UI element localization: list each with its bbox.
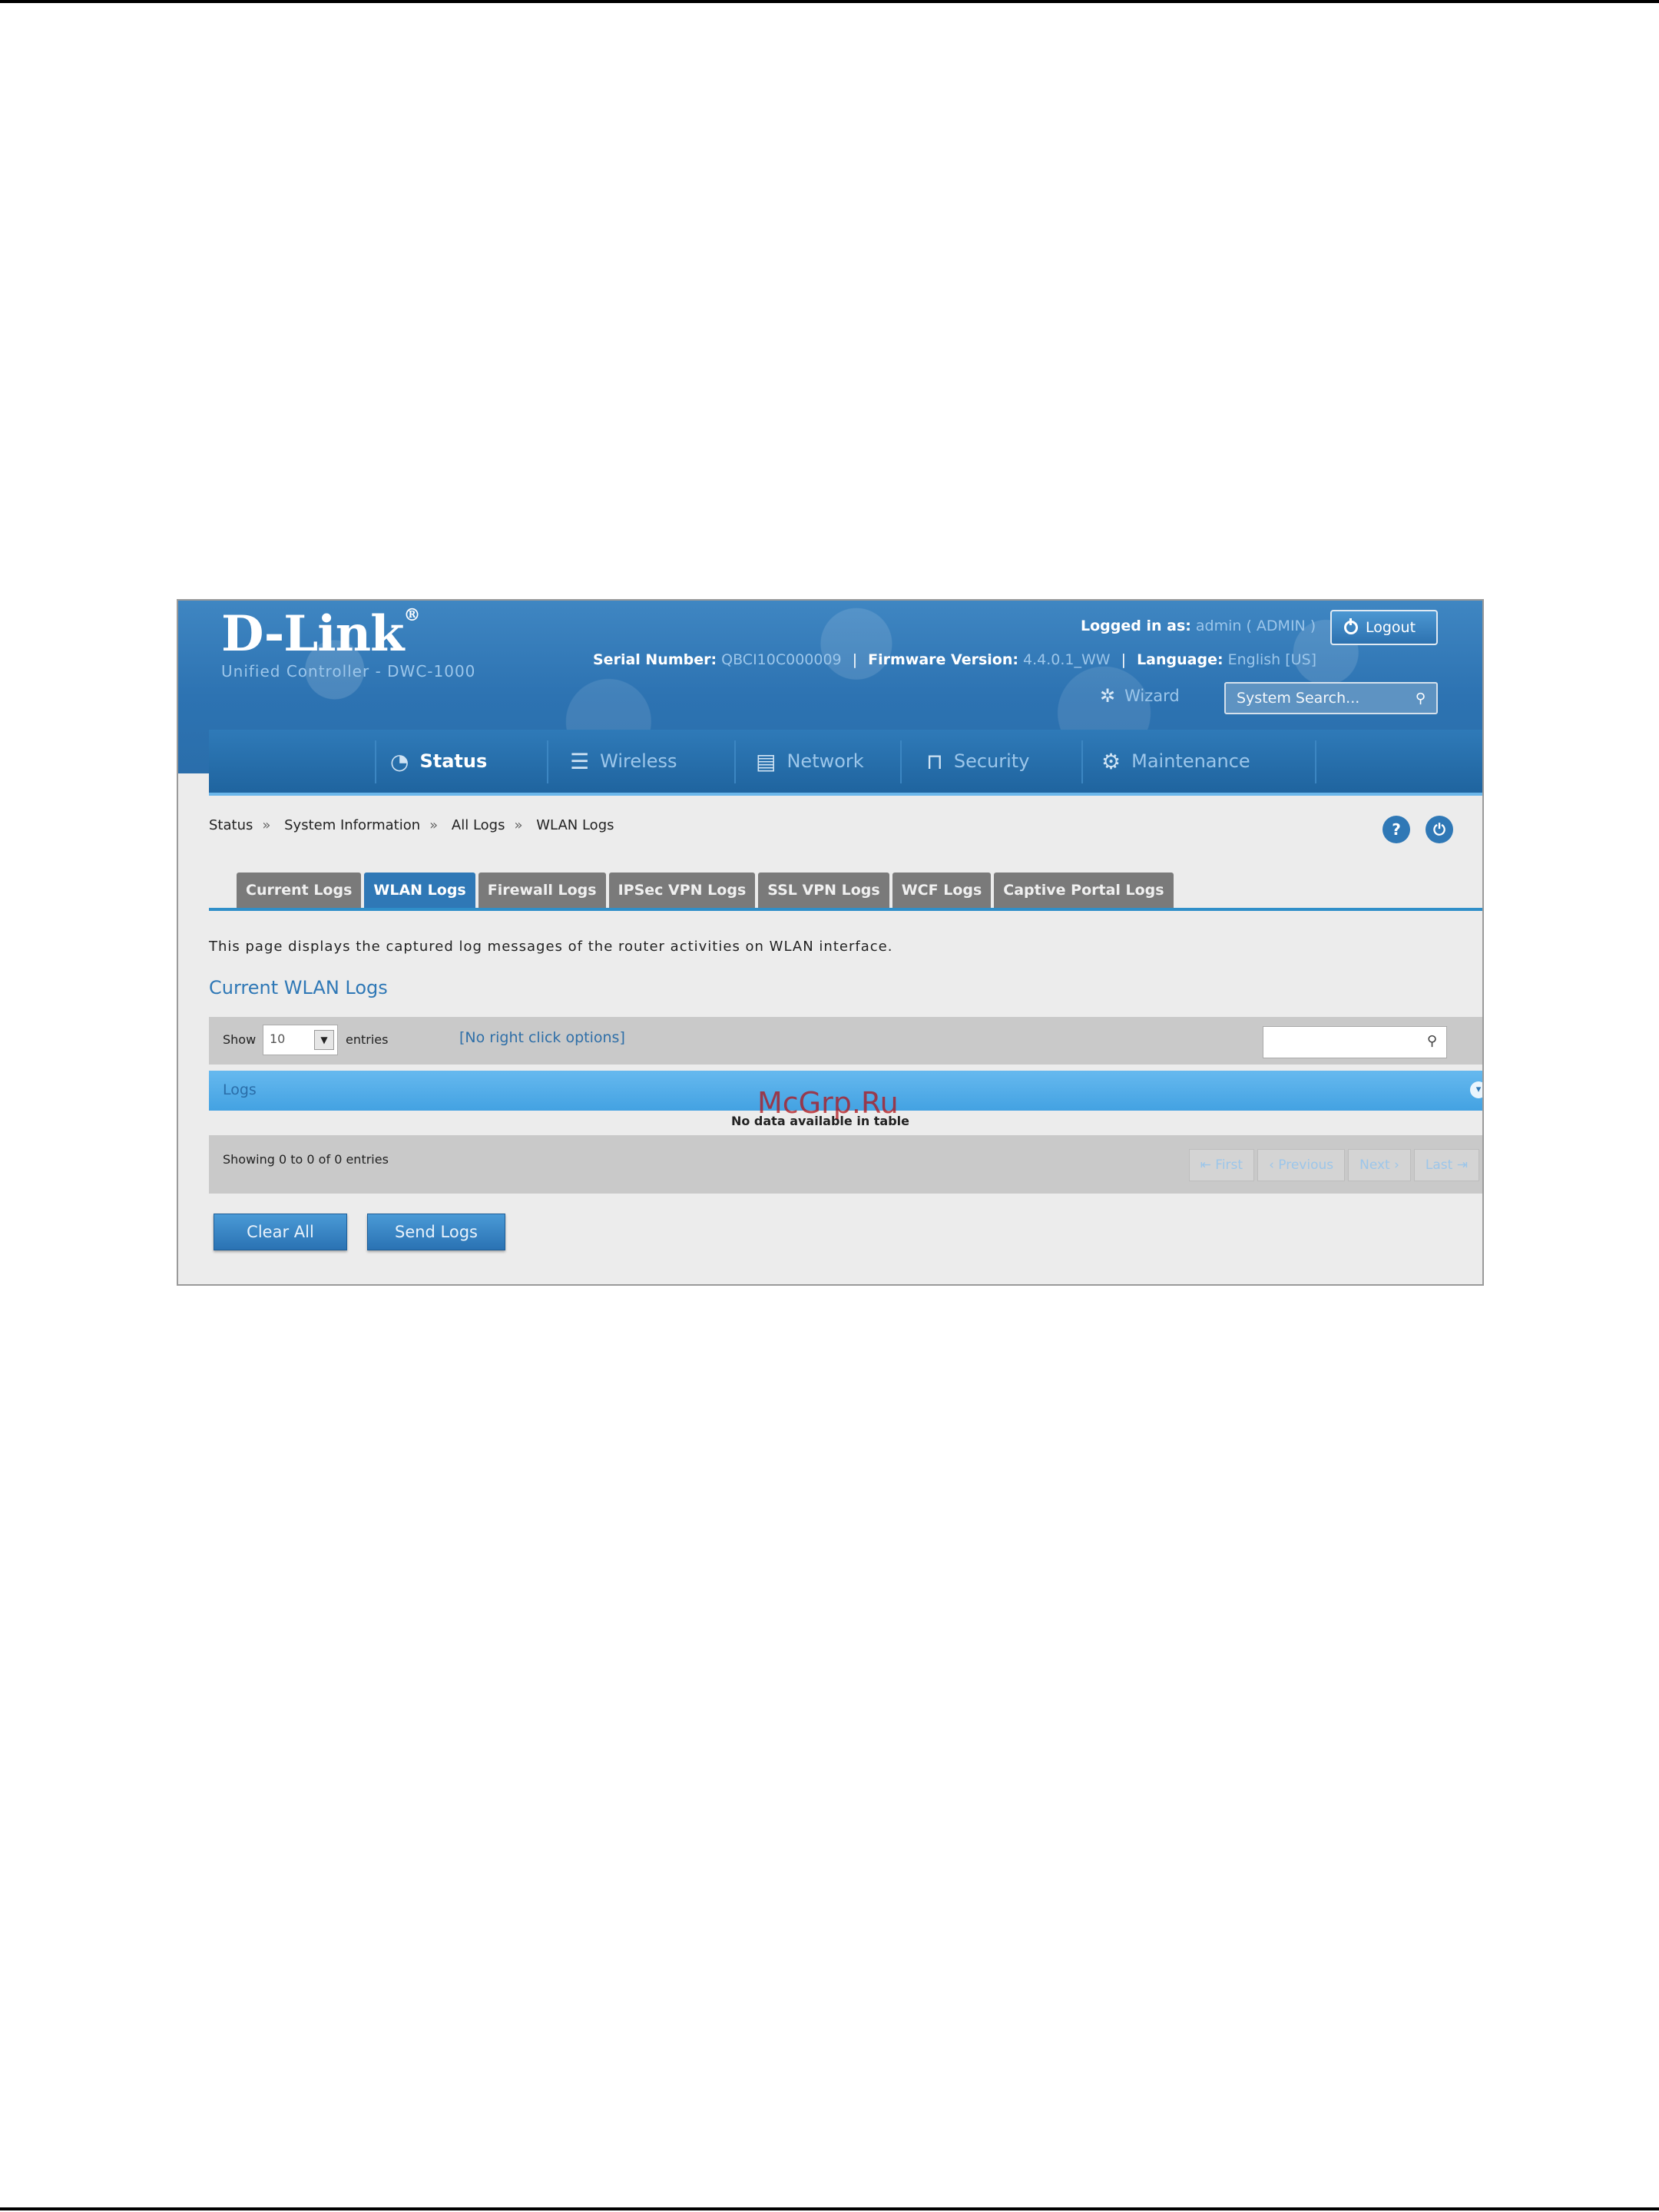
magic-wand-icon: ✲ — [1100, 685, 1116, 707]
logout-button[interactable]: Logout — [1330, 610, 1438, 645]
table-toolbar: Show 10 ▼ entries [No right click option… — [209, 1017, 1482, 1065]
page-description: This page displays the captured log mess… — [209, 939, 893, 955]
column-header-logs[interactable]: Logs — [223, 1081, 257, 1098]
power-icon — [1344, 618, 1358, 634]
tab-firewall-logs[interactable]: Firewall Logs — [478, 873, 606, 908]
chevron-down-icon[interactable]: ▼ — [314, 1030, 334, 1050]
table-search-input[interactable]: ⚲ — [1263, 1026, 1447, 1058]
send-logs-button[interactable]: Send Logs — [367, 1214, 505, 1250]
lock-icon: ⊓ — [926, 748, 943, 774]
tab-captive-portal-logs[interactable]: Captive Portal Logs — [994, 873, 1174, 908]
pager-next-button[interactable]: Next › — [1348, 1149, 1411, 1181]
wizard-link[interactable]: ✲ Wizard — [1100, 685, 1180, 707]
tab-current-logs[interactable]: Current Logs — [237, 873, 362, 908]
search-icon[interactable]: ⚲ — [1416, 690, 1426, 707]
speedometer-icon: ◔ — [390, 748, 409, 774]
breadcrumb-status[interactable]: Status — [209, 817, 253, 833]
breadcrumb-system-information[interactable]: System Information — [284, 817, 420, 833]
gears-icon: ⚙ — [1101, 748, 1121, 774]
pager-last-button[interactable]: Last ⇥ — [1413, 1149, 1479, 1181]
system-info-row: Serial Number: QBCI10C000009 | Firmware … — [593, 651, 1317, 668]
entries-per-page-select[interactable]: 10 ▼ — [263, 1025, 338, 1055]
page-bottom-rule — [0, 2207, 1659, 2210]
section-title: Current WLAN Logs — [209, 977, 388, 998]
wifi-icon: ☰ — [570, 748, 590, 774]
system-search-input[interactable]: System Search... ⚲ — [1224, 682, 1438, 714]
pager-first-button[interactable]: ⇤ First — [1188, 1149, 1255, 1181]
pagination: ⇤ First ‹ Previous Next › Last ⇥ — [1188, 1149, 1479, 1181]
tab-ssl-vpn-logs[interactable]: SSL VPN Logs — [758, 873, 889, 908]
logged-in-user: admin ( ADMIN ) — [1195, 618, 1316, 634]
nav-network[interactable]: ▤ Network — [756, 730, 864, 793]
nav-status[interactable]: ◔ Status — [390, 730, 487, 793]
collapse-icon[interactable]: ▾ — [1470, 1081, 1482, 1098]
tab-wcf-logs[interactable]: WCF Logs — [892, 873, 992, 908]
table-footer: Showing 0 to 0 of 0 entries ⇤ First ‹ Pr… — [209, 1135, 1482, 1194]
product-subtitle: Unified Controller - DWC-1000 — [221, 662, 476, 680]
page-top-rule — [0, 0, 1659, 3]
tab-wlan-logs[interactable]: WLAN Logs — [364, 873, 475, 908]
router-ui-screenshot: D-Link® Unified Controller - DWC-1000 Lo… — [177, 599, 1484, 1286]
logout-circle-icon[interactable]: ⏻ — [1426, 816, 1453, 843]
breadcrumb-all-logs[interactable]: All Logs — [452, 817, 505, 833]
breadcrumb: Status» System Information» All Logs» WL… — [209, 817, 614, 833]
clear-all-button[interactable]: Clear All — [214, 1214, 347, 1250]
logged-in-info: Logged in as: admin ( ADMIN ) — [1081, 618, 1316, 634]
entries-info: Showing 0 to 0 of 0 entries — [223, 1152, 389, 1167]
server-icon: ▤ — [756, 748, 777, 774]
search-icon[interactable]: ⚲ — [1427, 1033, 1437, 1049]
help-icon[interactable]: ? — [1382, 816, 1410, 843]
serial-number: QBCI10C000009 — [721, 651, 842, 668]
nav-wireless[interactable]: ☰ Wireless — [570, 730, 677, 793]
tab-ipsec-vpn-logs[interactable]: IPSec VPN Logs — [608, 873, 756, 908]
breadcrumb-wlan-logs: WLAN Logs — [536, 817, 614, 833]
main-nav: ◔ Status ☰ Wireless ▤ Network ⊓ Security… — [209, 730, 1482, 796]
nav-maintenance[interactable]: ⚙ Maintenance — [1101, 730, 1250, 793]
pager-previous-button[interactable]: ‹ Previous — [1257, 1149, 1346, 1181]
dlink-logo: D-Link® — [221, 605, 420, 663]
tab-underline — [209, 908, 1482, 911]
nav-security[interactable]: ⊓ Security — [926, 730, 1029, 793]
right-click-options-note: [No right click options] — [459, 1029, 625, 1046]
watermark: McGrp.Ru — [757, 1086, 899, 1120]
firmware-version: 4.4.0.1_WW — [1023, 651, 1111, 668]
log-tabs: Current Logs WLAN Logs Firewall Logs IPS… — [237, 873, 1174, 908]
language-link[interactable]: English [US] — [1228, 651, 1316, 668]
